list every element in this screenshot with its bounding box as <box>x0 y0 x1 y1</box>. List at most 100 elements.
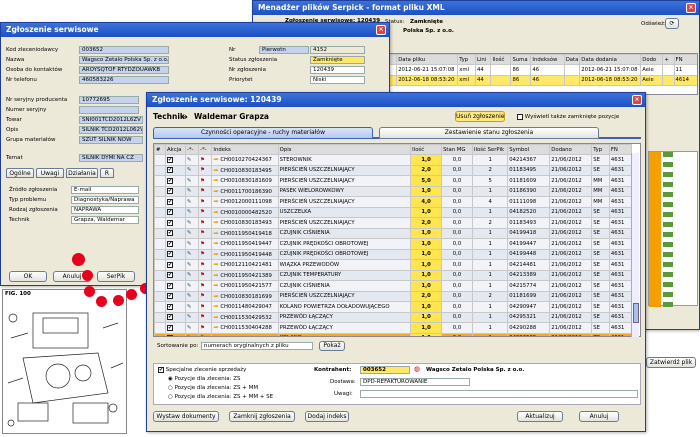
pencil-icon[interactable]: ✎ <box>184 259 200 271</box>
arrow-right-icon[interactable]: ➡ <box>213 272 220 279</box>
flag-icon[interactable]: ⚑ <box>198 154 213 166</box>
action-checkbox[interactable]: ✔ <box>165 185 186 197</box>
action-checkbox[interactable]: ✔ <box>165 259 186 271</box>
cancel-main-button[interactable]: Anuluj <box>579 411 619 422</box>
arrow-right-icon[interactable]: ➡ <box>213 251 220 258</box>
pencil-icon[interactable]: ✎ <box>184 280 200 292</box>
field-nr-seryjny-prod[interactable]: 10772695 <box>79 96 139 104</box>
pencil-icon[interactable]: ✎ <box>184 248 200 260</box>
flag-icon[interactable]: ⚑ <box>198 332 213 336</box>
pencil-icon[interactable]: ✎ <box>184 164 200 176</box>
tab-dzialania[interactable]: Działania <box>66 168 98 178</box>
pencil-icon[interactable]: ✎ <box>184 206 200 218</box>
flag-icon[interactable]: ⚑ <box>198 164 213 176</box>
xml-row[interactable]: 85722012-06-21 15:07:08xml4486462012-06-… <box>374 64 697 76</box>
pencil-icon[interactable]: ✎ <box>184 227 200 239</box>
show-closed-checkbox[interactable]: Wyświetl także zamknięte pozycje <box>517 113 619 121</box>
update-button[interactable]: Aktualizuj <box>517 411 563 422</box>
close-icon[interactable]: × <box>632 95 642 105</box>
table-row[interactable]: ✔ ✎ ⚑ ➡ CH0010000482520 USZCZELKA 1,0 0,0 1 0418… <box>154 206 633 218</box>
flag-icon[interactable]: ⚑ <box>198 217 213 229</box>
arrow-right-icon[interactable]: ➡ <box>213 198 220 205</box>
field-osoba[interactable]: AROYSQTOF RTYDZOUAWKB <box>79 66 169 74</box>
xml-row[interactable]: 85722012-06-18 08:53:20xml4486462012-06-… <box>374 74 697 86</box>
pencil-icon[interactable]: ✎ <box>184 175 200 187</box>
status-dropdown[interactable]: Zamknięte <box>310 56 365 64</box>
action-checkbox[interactable]: ✔ <box>165 290 186 302</box>
table-row[interactable]: ✔ ✎ ⚑ ➡ CH0010830183493 PIERŚCIEŃ USZCZELNIA… <box>154 217 633 229</box>
table-row[interactable]: ✔ ✎ ⚑ ➡ CH0011530429532 PRZEWÓD ŁĄCZĄCY 1,0 0,… <box>154 311 633 323</box>
action-checkbox[interactable]: ✔ <box>165 217 186 229</box>
arrow-right-icon[interactable]: ➡ <box>213 324 220 331</box>
flag-icon[interactable]: ⚑ <box>198 269 213 281</box>
action-checkbox[interactable]: ✔ <box>165 332 186 336</box>
remove-ticket-button[interactable]: Usuń zgłoszenie <box>455 111 505 122</box>
flag-icon[interactable]: ⚑ <box>198 290 213 302</box>
pencil-icon[interactable]: ✎ <box>184 269 200 281</box>
table-row[interactable]: ✔ ✎ ⚑ ➡ CH0012000111098 PIERŚCIEŃ USZCZELNIA… <box>154 196 633 208</box>
action-checkbox[interactable]: ✔ <box>165 196 186 208</box>
tab-operations[interactable]: Czynności operacyjne - ruchy materiałów <box>153 127 373 139</box>
table-row[interactable]: ✔ ✎ ⚑ ➡ CH0011700186390 PASEK WIELOROWKOWY 1,… <box>154 185 633 197</box>
pencil-icon[interactable]: ✎ <box>184 290 200 302</box>
table-row[interactable]: ✔ ✎ ⚑ ➡ CH0011950419448 CZUJNIK PRĘDKOŚCI OB… <box>154 248 633 260</box>
action-checkbox[interactable]: ✔ <box>165 175 186 187</box>
flag-icon[interactable]: ⚑ <box>198 227 213 239</box>
field-opis[interactable]: SILNIK TCD2012L062V <box>79 126 143 134</box>
action-checkbox[interactable]: ✔ <box>165 311 186 323</box>
table-row[interactable]: ✔ ✎ ⚑ ➡ CH0011530404288 PRZEWÓD ŁĄCZĄCY 1,0 0,… <box>154 322 633 334</box>
pencil-icon[interactable]: ✎ <box>184 154 200 166</box>
action-checkbox[interactable]: ✔ <box>165 164 186 176</box>
show-button[interactable]: Pokaż <box>319 341 345 351</box>
action-checkbox[interactable]: ✔ <box>165 248 186 260</box>
pencil-icon[interactable]: ✎ <box>184 185 200 197</box>
issue-documents-button[interactable]: Wystaw dokumenty <box>153 411 219 422</box>
field-technik[interactable]: Grapza, Waldemar <box>71 216 139 224</box>
arrow-right-icon[interactable]: ➡ <box>213 188 220 195</box>
action-checkbox[interactable]: ✔ <box>165 154 186 166</box>
action-checkbox[interactable]: ✔ <box>165 301 186 313</box>
field-grupa[interactable]: SZUT SILNIK NOW <box>79 136 143 144</box>
flag-icon[interactable]: ⚑ <box>198 259 213 271</box>
table-row[interactable]: ✔ ✎ ⚑ ➡ CH0010830181609 PIERŚCIEŃ USZCZELNIA… <box>154 175 633 187</box>
radio-zs-mm-se[interactable]: ○ Pozycje dla zlecenia: ZS + MM + SE <box>168 393 273 401</box>
action-checkbox[interactable]: ✔ <box>165 269 186 281</box>
radio-zs-mm[interactable]: ○ Pozycje dla zlecenia: ZS + MM <box>168 384 258 392</box>
kontrahent-code-field[interactable]: 003652 <box>360 366 410 374</box>
flag-icon[interactable]: ⚑ <box>198 301 213 313</box>
flag-icon[interactable]: ⚑ <box>198 280 213 292</box>
field-nr-type[interactable]: Pierwotn <box>259 46 309 54</box>
arrow-right-icon[interactable]: ➡ <box>213 282 220 289</box>
flag-icon[interactable]: ⚑ <box>198 175 213 187</box>
field-numer-seryjny[interactable] <box>79 106 139 114</box>
flag-icon[interactable]: ⚑ <box>198 196 213 208</box>
radio-zs[interactable]: ◉ Pozycje dla zlecenia: ZS <box>168 375 240 383</box>
ok-button[interactable]: OK <box>9 271 47 282</box>
flag-icon[interactable]: ⚑ <box>198 238 213 250</box>
flag-icon[interactable]: ⚑ <box>198 322 213 334</box>
pencil-icon[interactable]: ✎ <box>184 238 200 250</box>
arrow-right-icon[interactable]: ➡ <box>213 335 220 336</box>
pencil-icon[interactable]: ✎ <box>184 311 200 323</box>
flag-icon[interactable]: ⚑ <box>198 185 213 197</box>
refresh-button[interactable]: ⟳ <box>665 18 679 29</box>
tab-uwagi[interactable]: Uwagi <box>36 168 64 178</box>
field-zrodlo[interactable]: E-mail <box>71 186 139 194</box>
arrow-right-icon[interactable]: ➡ <box>213 293 220 300</box>
table-row[interactable]: ✔ ✎ ⚑ ➡ CH0010270424367 STEROWNIK 1,0 0,0 1 0421… <box>154 154 633 166</box>
table-row[interactable]: ✔ ✎ ⚑ ➡ CH0010830183495 PIERŚCIEŃ USZCZELNIA… <box>154 164 633 176</box>
table-scrollbar[interactable] <box>631 153 639 337</box>
field-telefon[interactable]: 460583226 <box>79 76 169 84</box>
field-temat[interactable]: SILNIK DYMI NA CZ <box>79 154 143 162</box>
arrow-right-icon[interactable]: ➡ <box>213 209 220 216</box>
tab-r[interactable]: R <box>100 168 114 178</box>
uwagi-field[interactable] <box>360 390 638 398</box>
action-checkbox[interactable]: ✔ <box>165 280 186 292</box>
field-towar[interactable]: SNI001TCD2012L6ZV <box>79 116 143 124</box>
field-nazwa[interactable]: Wagsco Zetalo Polska Sp. z o.o. <box>79 56 169 64</box>
pencil-icon[interactable]: ✎ <box>184 322 200 334</box>
add-index-button[interactable]: Dodaj indeks <box>305 411 349 422</box>
action-checkbox[interactable]: ✔ <box>165 206 186 218</box>
table-row[interactable]: ✔ ✎ ⚑ ➡ CH0011480429047 KOLANO POWIETRZA DOŁ… <box>154 301 633 313</box>
pencil-icon[interactable]: ✎ <box>184 301 200 313</box>
